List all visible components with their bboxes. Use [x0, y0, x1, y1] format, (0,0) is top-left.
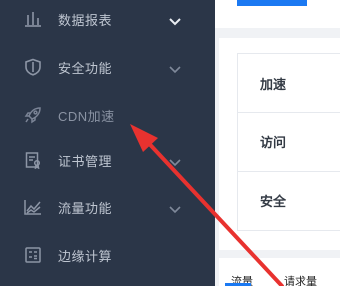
sidebar-item-label: 数据报表: [58, 12, 113, 28]
sidebar-item-label: 安全功能: [58, 60, 113, 76]
sidebar: 数据报表 安全功能 CDN加速 证书管理 流量功能 边缘计算: [0, 0, 215, 286]
calculator-icon: [24, 246, 42, 264]
sidebar-item-data-reports[interactable]: 数据报表: [0, 0, 215, 42]
rocket-icon: [24, 106, 42, 124]
shield-icon: [24, 58, 42, 76]
metric-label: 加速: [260, 76, 287, 92]
certificate-icon: [24, 151, 42, 169]
tab-requests[interactable]: 请求量: [284, 273, 317, 286]
chevron-down-icon[interactable]: [168, 202, 182, 214]
metric-row-access[interactable]: 访问: [238, 112, 340, 170]
sidebar-item-label: 边缘计算: [58, 248, 113, 264]
chart-tabs: 流量 请求量: [219, 258, 340, 286]
sidebar-item-security[interactable]: 安全功能: [0, 44, 215, 90]
sidebar-item-traffic[interactable]: 流量功能: [0, 184, 215, 230]
metric-label: 访问: [260, 135, 287, 150]
active-tab-indicator[interactable]: [237, 0, 307, 6]
chevron-down-icon[interactable]: [168, 155, 182, 167]
sidebar-item-edge-computing[interactable]: 边缘计算: [0, 232, 215, 278]
main-content: 加速 访问 安全 流量 请求量: [215, 0, 340, 286]
chevron-down-icon[interactable]: [168, 62, 182, 74]
sidebar-item-certificates[interactable]: 证书管理: [0, 137, 215, 183]
metric-row-acceleration[interactable]: 加速: [238, 54, 340, 112]
sidebar-item-label: CDN加速: [58, 108, 115, 124]
metric-list: 加速 访问 安全: [237, 53, 340, 231]
chevron-down-icon[interactable]: [168, 14, 182, 26]
bar-chart-icon: [24, 10, 42, 28]
cdn-console: 数据报表 安全功能 CDN加速 证书管理 流量功能 边缘计算 加速 访问 安全 …: [0, 0, 340, 286]
sidebar-item-label: 流量功能: [58, 200, 113, 216]
sidebar-item-cdn[interactable]: CDN加速: [0, 92, 215, 138]
metric-row-security[interactable]: 安全: [238, 171, 340, 229]
sidebar-item-label: 证书管理: [58, 153, 113, 169]
top-card: [215, 0, 340, 28]
metric-card: 加速 访问 安全: [219, 38, 340, 250]
traffic-chart-icon: [24, 198, 42, 216]
metric-label: 安全: [260, 194, 287, 209]
